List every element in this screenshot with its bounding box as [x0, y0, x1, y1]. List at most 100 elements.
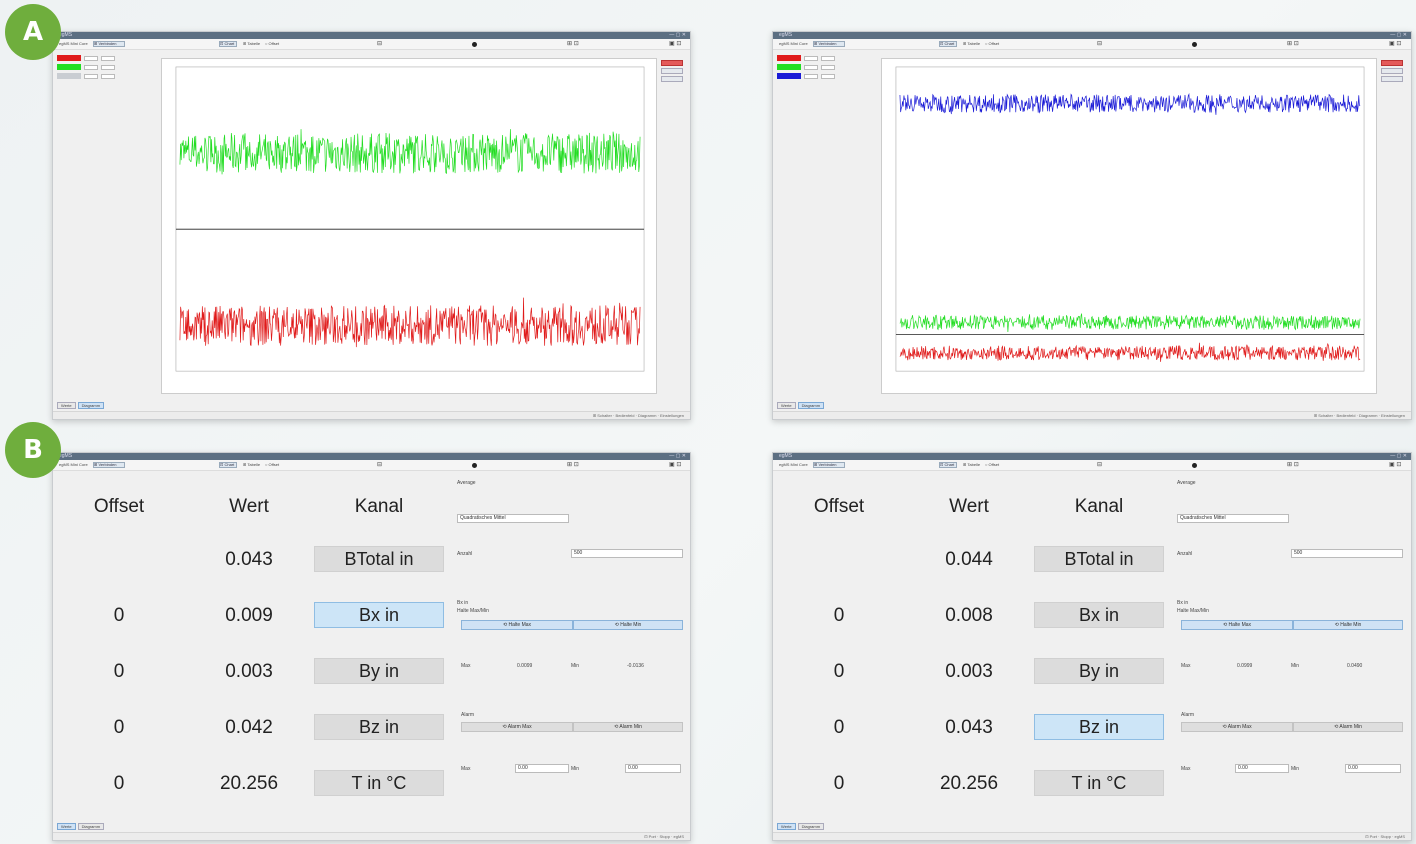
alarm-min-button[interactable]: ⟲ Alarm Min: [573, 722, 683, 732]
window-controls[interactable]: — ▢ ✕: [1390, 32, 1407, 39]
zoom-button[interactable]: [661, 60, 683, 66]
pan-button[interactable]: [661, 68, 683, 74]
port-select[interactable]: egMS Mini Core: [57, 462, 90, 468]
alarm-max-input[interactable]: 0.00: [515, 764, 569, 773]
alarm-min-input[interactable]: 0.00: [1345, 764, 1401, 773]
panel-icon[interactable]: ▣ ⊡: [1389, 461, 1401, 468]
connect-button[interactable]: ⊞ Verbinden: [813, 41, 845, 47]
view-icon[interactable]: ⊞ ⊡: [1287, 461, 1299, 468]
kanal-button[interactable]: BTotal in: [1034, 546, 1164, 572]
kanal-button[interactable]: BTotal in: [314, 546, 444, 572]
status-text: ⊞ Schalter · Bedienfeld · Diagramm · Ein…: [592, 413, 684, 418]
table-mode-button[interactable]: ⊞ Tabelle: [241, 41, 262, 47]
chart-plot-left[interactable]: [161, 58, 657, 394]
port-select[interactable]: egMS Mini Core: [57, 41, 90, 47]
panel-icon[interactable]: ▣ ⊡: [1389, 40, 1401, 47]
tab-chart[interactable]: Diagramm: [797, 823, 825, 830]
alarm-min-button[interactable]: ⟲ Alarm Min: [1293, 722, 1403, 732]
channel-swatch-red[interactable]: [777, 55, 801, 61]
panel-icon[interactable]: ▣ ⊡: [669, 40, 681, 47]
window-controls[interactable]: — ▢ ✕: [1390, 453, 1407, 460]
offset-mode-button[interactable]: ○ Offset: [983, 462, 1001, 468]
alarm-max-button[interactable]: ⟲ Alarm Max: [1181, 722, 1293, 732]
record-icon[interactable]: [472, 463, 477, 468]
offset-mode-button[interactable]: ○ Offset: [263, 41, 281, 47]
kanal-button[interactable]: T in °C: [314, 770, 444, 796]
min-label: Min: [571, 663, 580, 669]
title-bar: egMS — ▢ ✕: [53, 453, 690, 460]
record-icon[interactable]: [472, 42, 477, 47]
chart-mode-button[interactable]: ⊡ Chart: [219, 41, 237, 47]
port-select[interactable]: egMS Mini Core: [777, 462, 810, 468]
hold-max-button[interactable]: ⟲ Halte Max: [461, 620, 573, 630]
chart-mode-button[interactable]: ⊡ Chart: [219, 462, 237, 468]
kanal-button[interactable]: Bz in: [1034, 714, 1164, 740]
section-channel: Bx in: [1177, 600, 1189, 606]
average-mode-select[interactable]: Quadratisches Mittel: [1177, 514, 1289, 523]
tab-values[interactable]: Werte: [777, 402, 796, 409]
kanal-button[interactable]: Bz in: [314, 714, 444, 740]
kanal-button[interactable]: T in °C: [1034, 770, 1164, 796]
max-label: Max: [1181, 663, 1191, 669]
table-mode-button[interactable]: ⊞ Tabelle: [961, 462, 982, 468]
wert-cell: 20.256: [219, 773, 279, 794]
channel-swatch-green[interactable]: [777, 64, 801, 70]
record-icon[interactable]: [1192, 42, 1197, 47]
channel-swatch-grey[interactable]: [57, 73, 81, 79]
view-icon[interactable]: ⊞ ⊡: [567, 40, 579, 47]
record-icon[interactable]: [1192, 463, 1197, 468]
channel-swatch-red[interactable]: [57, 55, 81, 61]
tab-values[interactable]: Werte: [57, 823, 76, 830]
hold-max-button[interactable]: ⟲ Halte Max: [1181, 620, 1293, 630]
alarm-max-button[interactable]: ⟲ Alarm Max: [461, 722, 573, 732]
offset-mode-button[interactable]: ○ Offset: [263, 462, 281, 468]
kanal-button[interactable]: Bx in: [1034, 602, 1164, 628]
window-controls[interactable]: — ▢ ✕: [669, 32, 686, 39]
count-input[interactable]: 500: [571, 549, 683, 558]
average-title: Average: [457, 480, 476, 486]
chart-mode-button[interactable]: ⊡ Chart: [939, 462, 957, 468]
average-mode-select[interactable]: Quadratisches Mittel: [457, 514, 569, 523]
offset-mode-button[interactable]: ○ Offset: [983, 41, 1001, 47]
kanal-button[interactable]: By in: [1034, 658, 1164, 684]
window-controls[interactable]: — ▢ ✕: [669, 453, 686, 460]
panel-icon[interactable]: ▣ ⊡: [669, 461, 681, 468]
channel-swatch-green[interactable]: [57, 64, 81, 70]
series-line: [179, 129, 641, 175]
offset-cell: 0: [833, 717, 845, 738]
table-mode-button[interactable]: ⊞ Tabelle: [961, 41, 982, 47]
layout-icon[interactable]: ⊟: [1097, 40, 1102, 47]
layout-icon[interactable]: ⊟: [377, 40, 382, 47]
count-input[interactable]: 500: [1291, 549, 1403, 558]
layout-icon[interactable]: ⊟: [1097, 461, 1102, 468]
alarm-max-label: Max: [1181, 766, 1191, 772]
table-mode-button[interactable]: ⊞ Tabelle: [241, 462, 262, 468]
pan-button[interactable]: [1381, 68, 1403, 74]
alarm-max-input[interactable]: 0.00: [1235, 764, 1289, 773]
window-table-left: egMS — ▢ ✕ egMS Mini Core ⊞ Verbinden ⊡ C…: [52, 452, 691, 841]
view-icon[interactable]: ⊞ ⊡: [1287, 40, 1299, 47]
alarm-min-input[interactable]: 0.00: [625, 764, 681, 773]
connect-button[interactable]: ⊞ Verbinden: [813, 462, 845, 468]
view-icon[interactable]: ⊞ ⊡: [567, 461, 579, 468]
connect-button[interactable]: ⊞ Verbinden: [93, 41, 125, 47]
tab-values[interactable]: Werte: [57, 402, 76, 409]
hold-min-button[interactable]: ⟲ Halte Min: [573, 620, 683, 630]
connect-button[interactable]: ⊞ Verbinden: [93, 462, 125, 468]
hold-min-button[interactable]: ⟲ Halte Min: [1293, 620, 1403, 630]
port-select[interactable]: egMS Mini Core: [777, 41, 810, 47]
channel-swatch-blue[interactable]: [777, 73, 801, 79]
kanal-button[interactable]: Bx in: [314, 602, 444, 628]
tab-chart[interactable]: Diagramm: [797, 402, 825, 409]
layout-icon[interactable]: ⊟: [377, 461, 382, 468]
zoom-button[interactable]: [1381, 60, 1403, 66]
reset-button[interactable]: [1381, 76, 1403, 82]
tab-values[interactable]: Werte: [777, 823, 796, 830]
tab-chart[interactable]: Diagramm: [77, 823, 105, 830]
chart-mode-button[interactable]: ⊡ Chart: [939, 41, 957, 47]
chart-plot-right[interactable]: [881, 58, 1377, 394]
reset-button[interactable]: [661, 76, 683, 82]
kanal-button[interactable]: By in: [314, 658, 444, 684]
tab-chart[interactable]: Diagramm: [77, 402, 105, 409]
alarm-label: Alarm: [1181, 712, 1195, 718]
